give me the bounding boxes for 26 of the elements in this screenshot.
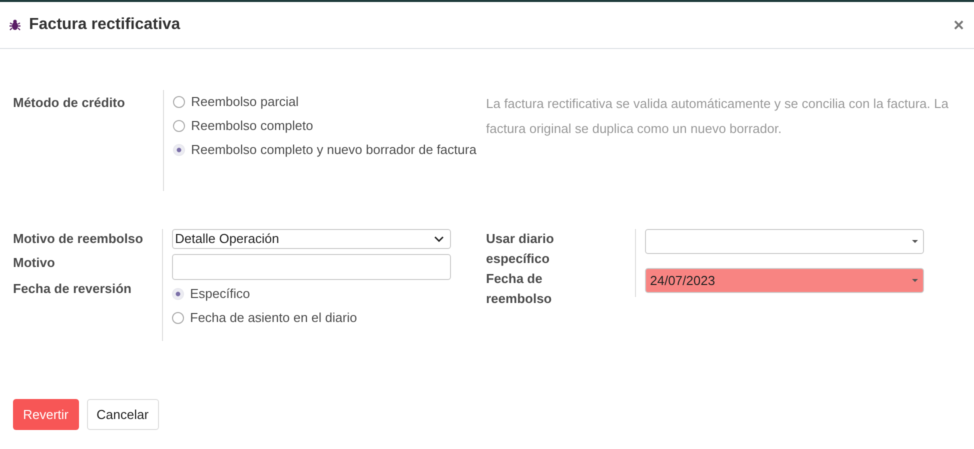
field-label: Fecha de reembolso [486,270,553,308]
select-field[interactable]: Detalle Operación [172,229,451,249]
radio-label[interactable]: Reembolso completo y nuevo borrador de factura [191,138,476,162]
field-label: Motivo [13,254,56,272]
dialog-title: Factura rectificativa [29,15,180,35]
text-field[interactable] [172,254,451,280]
radio-button[interactable] [172,312,184,324]
radio-label[interactable]: Reembolso completo [191,114,314,138]
dropdown-field[interactable] [645,229,924,254]
help-text: La factura rectificativa se valida automáticamente y se concilia con la factura. La factura original se duplica como un nuevo borrador. [486,95,950,138]
cancel-button[interactable]: Cancelar [86,399,159,430]
caret-icon [912,279,918,282]
field-label: Fecha de reversión [13,280,132,298]
radio-label[interactable]: Reembolso parcial [191,90,299,114]
field-label: Usar diario específico [486,230,555,268]
caret-icon [912,240,918,243]
radio-button[interactable] [173,120,185,132]
dropdown-field[interactable]: 24/07/2023 [645,268,924,293]
field-label: Método de crédito [13,94,126,112]
field-label: Motivo de reembolso [13,230,144,248]
chevron-icon [434,236,444,242]
radio-label[interactable]: Fecha de asiento en el diario [190,306,357,330]
close-button[interactable]: × [953,16,964,34]
radio-label[interactable]: Específico [190,282,250,306]
radio-button[interactable] [173,96,185,108]
bug-icon [9,19,21,31]
